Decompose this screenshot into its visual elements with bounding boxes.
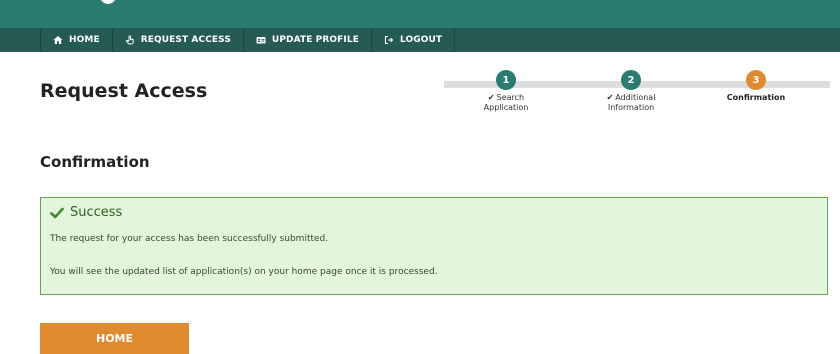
- success-alert: Success The request for your access has …: [40, 197, 828, 295]
- step-search-application: 1 ✔ Search Application: [461, 70, 551, 113]
- id-card-icon: [256, 35, 266, 45]
- alert-message-submitted: The request for your access has been suc…: [50, 234, 329, 244]
- nav-update-profile-label: UPDATE PROFILE: [271, 35, 359, 45]
- step-3-circle: 3: [746, 70, 766, 90]
- alert-title-text: Success: [70, 205, 123, 220]
- check-icon: ✔: [606, 93, 614, 102]
- step-confirmation: 3 Confirmation: [711, 70, 801, 103]
- nav-home-label: HOME: [69, 35, 100, 45]
- step-additional-information: 2 ✔ Additional Information: [586, 70, 676, 113]
- main-nav-bar: HOME REQUEST ACCESS UPDATE PROFILE LOGOU…: [0, 28, 840, 52]
- check-icon: ✔: [487, 93, 495, 102]
- nav-logout-label: LOGOUT: [399, 35, 443, 45]
- nav-request-access[interactable]: REQUEST ACCESS: [113, 28, 244, 52]
- nav-home[interactable]: HOME: [40, 28, 113, 52]
- page-title: Request Access: [40, 80, 208, 102]
- nav-logout[interactable]: LOGOUT: [372, 28, 456, 52]
- step-1-circle: 1: [496, 70, 516, 90]
- progress-stepper: 1 ✔ Search Application 2 ✔ Additional Info…: [444, 70, 830, 130]
- home-icon: [53, 35, 63, 45]
- nav-update-profile[interactable]: UPDATE PROFILE: [244, 28, 372, 52]
- step-3-label: Confirmation: [726, 93, 786, 102]
- section-title: Confirmation: [40, 153, 150, 171]
- hand-pointer-icon: [125, 35, 135, 45]
- alert-message-processed: You will see the updated list of applica…: [50, 267, 438, 277]
- main-nav: HOME REQUEST ACCESS UPDATE PROFILE LOGOU…: [40, 28, 456, 52]
- step-1-label: ✔ Search Application: [483, 93, 529, 112]
- step-2-circle: 2: [621, 70, 641, 90]
- nav-request-access-label: REQUEST ACCESS: [140, 35, 231, 45]
- step-2-label: ✔ Additional Information: [606, 93, 656, 112]
- check-icon: [50, 206, 64, 220]
- sign-out-icon: [384, 35, 394, 45]
- home-button[interactable]: HOME: [40, 323, 189, 354]
- alert-title: Success: [50, 205, 122, 220]
- logo-fragment: [100, 0, 116, 4]
